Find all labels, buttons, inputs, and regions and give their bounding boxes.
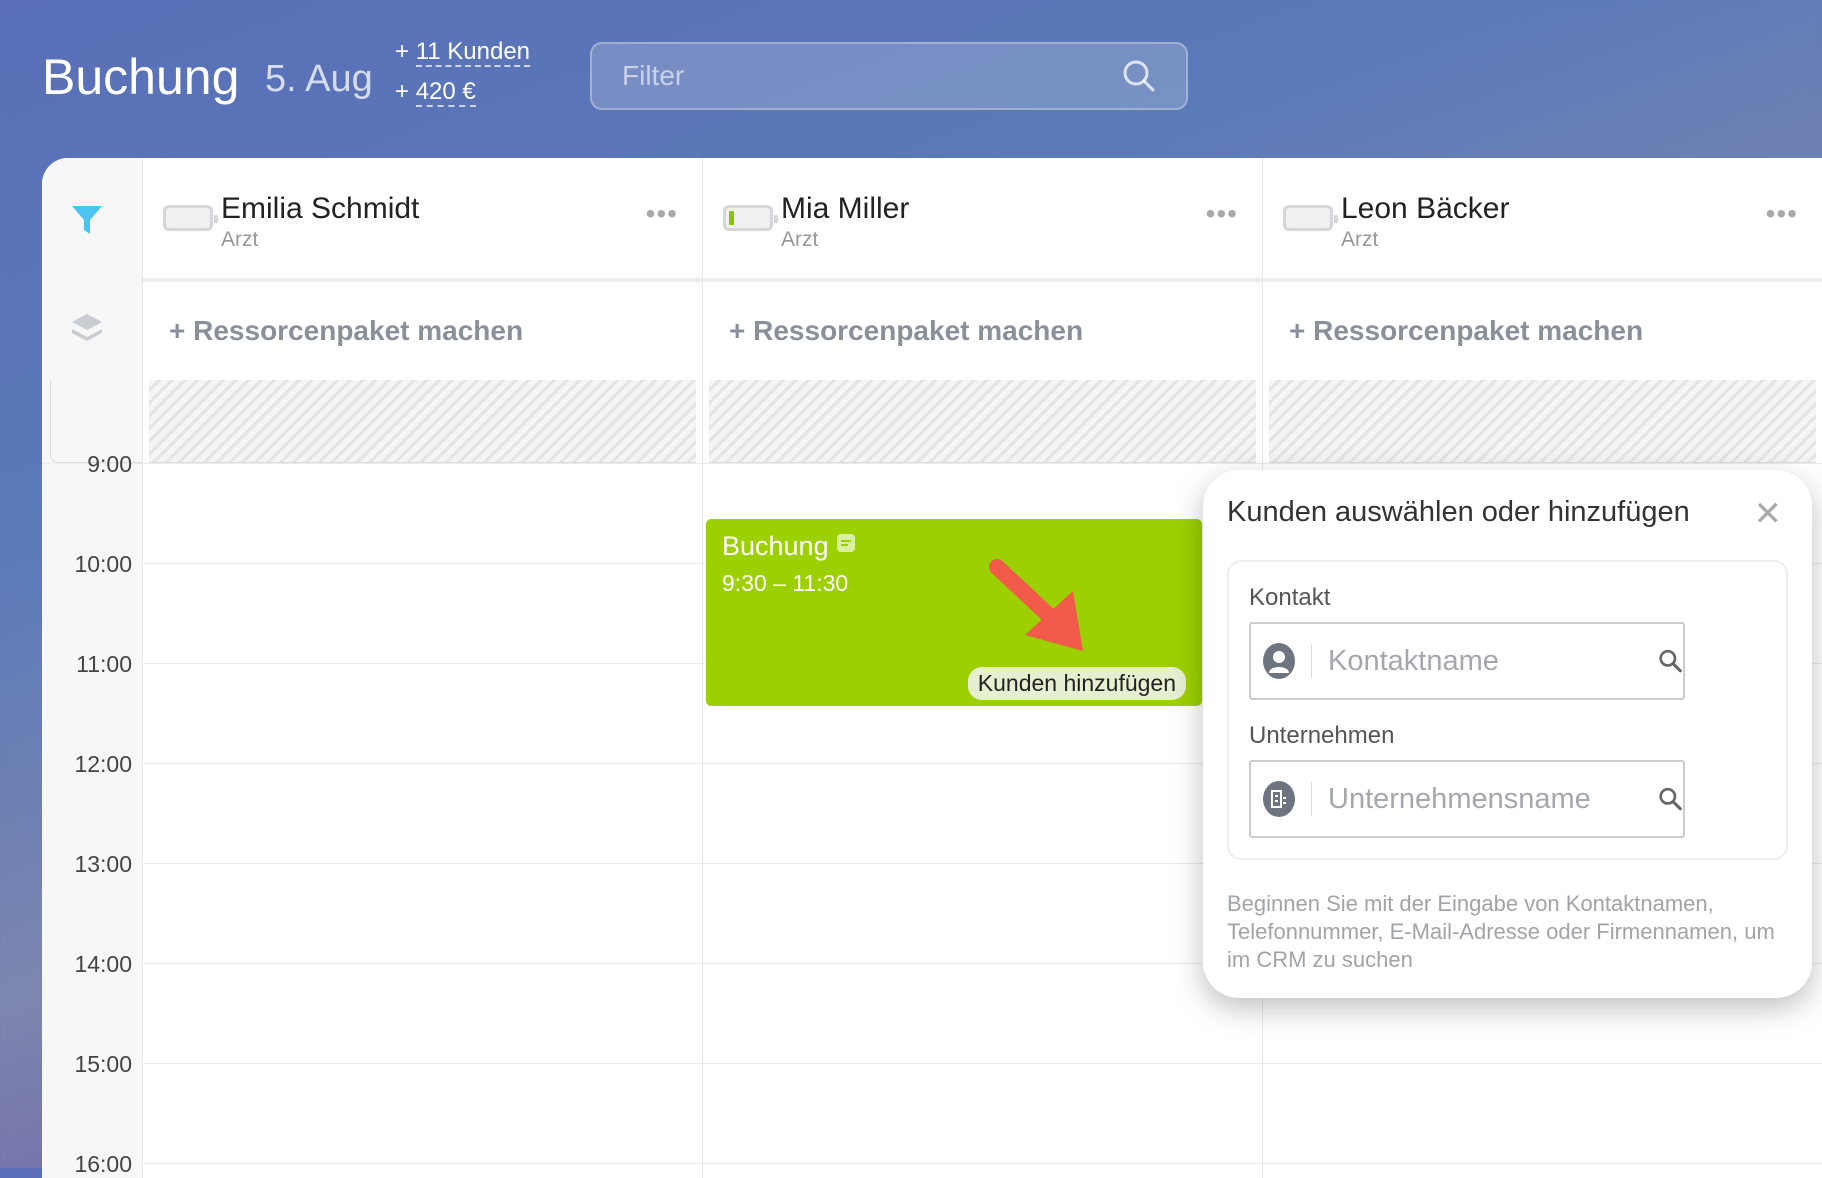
time-label: 9:00	[87, 451, 132, 477]
filter-box	[590, 42, 1188, 110]
page-title: Buchung	[42, 49, 240, 105]
filter-icon[interactable]	[70, 204, 104, 236]
time-label: 13:00	[74, 851, 132, 877]
help-text: Beginnen Sie mit der Eingabe von Kontakt…	[1227, 891, 1775, 972]
building-icon	[1263, 781, 1296, 817]
time-label: 14:00	[74, 951, 132, 977]
layers-icon[interactable]	[70, 312, 104, 344]
more-icon[interactable]: •••	[1206, 198, 1238, 230]
resource-name: Emilia Schmidt	[221, 192, 420, 225]
company-label: Unternehmen	[1249, 722, 1395, 749]
client-select-popup: Kunden auswählen oder hinzufügen ✕ Konta…	[1203, 470, 1812, 998]
stat-amount[interactable]: + 420 €	[395, 78, 476, 107]
note-icon	[837, 534, 856, 552]
search-icon[interactable]	[1658, 647, 1683, 675]
resource-header[interactable]: Emilia Schmidt Arzt •••	[143, 158, 702, 282]
booking-time: 9:30 – 11:30	[722, 570, 849, 596]
time-label: 15:00	[74, 1051, 132, 1077]
time-label: 16:00	[74, 1151, 132, 1177]
person-icon	[1263, 643, 1296, 679]
create-package-button[interactable]: + Ressorcenpaket machen	[1263, 282, 1822, 380]
date-label[interactable]: 5. Aug	[265, 58, 373, 101]
contact-label: Kontakt	[1249, 584, 1331, 611]
resource-column: Emilia Schmidt Arzt ••• + Ressorcenpaket…	[142, 158, 702, 1178]
resource-role: Arzt	[221, 228, 259, 251]
resource-role: Arzt	[781, 228, 819, 251]
battery-icon	[1283, 205, 1338, 231]
resource-name: Mia Miller	[781, 192, 910, 225]
unavailable-slot	[1269, 380, 1816, 463]
booking-title: Buchung	[722, 531, 829, 561]
plus-icon: +	[1289, 315, 1314, 346]
create-package-button[interactable]: + Ressorcenpaket machen	[703, 282, 1262, 380]
resource-header[interactable]: Mia Miller Arzt •••	[703, 158, 1262, 282]
filter-input[interactable]	[622, 60, 1102, 92]
resource-header[interactable]: Leon Bäcker Arzt •••	[1263, 158, 1822, 282]
client-form-card: Kontakt Unternehmen	[1227, 560, 1788, 860]
unavailable-slot	[149, 380, 696, 463]
company-field[interactable]	[1249, 760, 1685, 838]
stat-clients[interactable]: + 11 Kunden	[395, 38, 531, 67]
arrow-annotation-icon	[989, 559, 1083, 651]
more-icon[interactable]: •••	[1766, 198, 1798, 230]
plus-icon: +	[169, 315, 194, 346]
more-icon[interactable]: •••	[646, 198, 678, 230]
booking-event[interactable]: Buchung 9:30 – 11:30 Kunden hinzufügen	[706, 519, 1202, 706]
resource-role: Arzt	[1341, 228, 1379, 251]
plus-icon: +	[729, 315, 754, 346]
create-package-button[interactable]: + Ressorcenpaket machen	[143, 282, 702, 380]
time-label: 11:00	[76, 651, 132, 677]
add-client-button[interactable]: Kunden hinzufügen	[967, 667, 1186, 700]
company-input[interactable]	[1328, 782, 1659, 816]
search-icon[interactable]	[1658, 785, 1683, 813]
time-label: 10:00	[74, 551, 132, 577]
close-icon[interactable]: ✕	[1754, 494, 1783, 534]
search-icon[interactable]	[1122, 59, 1156, 93]
resource-name: Leon Bäcker	[1341, 192, 1510, 225]
unavailable-slot	[709, 380, 1256, 463]
battery-icon	[163, 205, 218, 231]
contact-field[interactable]	[1249, 622, 1685, 700]
popup-title: Kunden auswählen oder hinzufügen	[1227, 496, 1690, 528]
battery-icon	[723, 205, 778, 231]
time-label: 12:00	[74, 751, 132, 777]
contact-input[interactable]	[1328, 644, 1659, 678]
